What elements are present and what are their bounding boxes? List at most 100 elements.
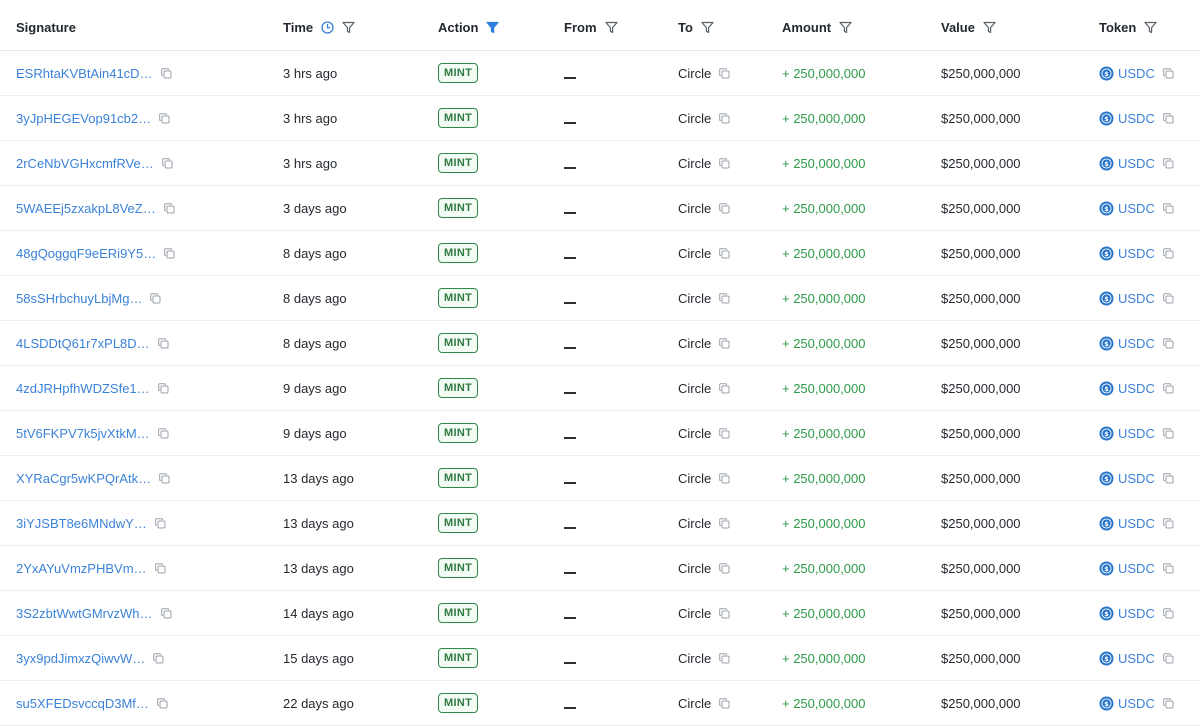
to-text[interactable]: Circle	[678, 291, 711, 306]
copy-icon[interactable]	[719, 112, 730, 124]
token-link[interactable]: USDC	[1118, 291, 1155, 306]
signature-link[interactable]: 3iYJSBT8e6MNdwY…	[16, 516, 147, 531]
copy-icon[interactable]	[1163, 67, 1174, 79]
copy-icon[interactable]	[719, 382, 730, 394]
copy-icon[interactable]	[150, 292, 161, 304]
token-link[interactable]: USDC	[1118, 66, 1155, 81]
copy-icon[interactable]	[1163, 697, 1174, 709]
copy-icon[interactable]	[719, 472, 730, 484]
to-text[interactable]: Circle	[678, 651, 711, 666]
copy-icon[interactable]	[1163, 337, 1174, 349]
copy-icon[interactable]	[157, 382, 169, 394]
clock-icon[interactable]	[321, 20, 334, 34]
to-text[interactable]: Circle	[678, 246, 711, 261]
to-text[interactable]: Circle	[678, 156, 711, 171]
copy-icon[interactable]	[157, 697, 168, 709]
copy-icon[interactable]	[719, 247, 730, 259]
filter-icon[interactable]	[983, 21, 996, 34]
copy-icon[interactable]	[719, 562, 730, 574]
filter-icon[interactable]	[604, 21, 618, 34]
token-link[interactable]: USDC	[1118, 156, 1155, 171]
copy-icon[interactable]	[719, 427, 730, 439]
token-link[interactable]: USDC	[1118, 696, 1155, 711]
copy-icon[interactable]	[719, 67, 730, 79]
copy-icon[interactable]	[160, 67, 172, 79]
token-link[interactable]: USDC	[1118, 606, 1155, 621]
signature-link[interactable]: 5tV6FKPV7k5jvXtkM…	[16, 426, 150, 441]
token-link[interactable]: USDC	[1118, 471, 1155, 486]
signature-link[interactable]: 3yx9pdJimxzQiwvW…	[16, 651, 145, 666]
copy-icon[interactable]	[719, 202, 730, 214]
to-text[interactable]: Circle	[678, 471, 711, 486]
copy-icon[interactable]	[1163, 247, 1174, 259]
copy-icon[interactable]	[163, 202, 175, 214]
signature-link[interactable]: XYRaCgr5wKPQrAtk…	[16, 471, 151, 486]
signature-link[interactable]: 58sSHrbchuyLbjMg…	[16, 291, 142, 306]
signature-link[interactable]: 3S2zbtWwtGMrvzWh…	[16, 606, 153, 621]
copy-icon[interactable]	[1163, 292, 1174, 304]
token-link[interactable]: USDC	[1118, 201, 1155, 216]
signature-link[interactable]: 2YxAYuVmzPHBVm…	[16, 561, 147, 576]
token-link[interactable]: USDC	[1118, 561, 1155, 576]
token-link[interactable]: USDC	[1118, 336, 1155, 351]
copy-icon[interactable]	[160, 607, 172, 619]
to-text[interactable]: Circle	[678, 561, 711, 576]
token-link[interactable]: USDC	[1118, 111, 1155, 126]
signature-link[interactable]: 4zdJRHpfhWDZSfe1…	[16, 381, 150, 396]
copy-icon[interactable]	[159, 472, 170, 484]
copy-icon[interactable]	[1163, 652, 1174, 664]
copy-icon[interactable]	[1163, 517, 1174, 529]
token-link[interactable]: USDC	[1118, 426, 1155, 441]
copy-icon[interactable]	[157, 337, 169, 349]
copy-icon[interactable]	[719, 697, 730, 709]
signature-link[interactable]: ESRhtaKVBtAin41cD…	[16, 66, 153, 81]
copy-icon[interactable]	[157, 427, 169, 439]
filter-icon[interactable]	[701, 21, 714, 34]
to-text[interactable]: Circle	[678, 381, 711, 396]
to-text[interactable]: Circle	[678, 696, 711, 711]
filter-icon[interactable]	[1144, 21, 1157, 34]
copy-icon[interactable]	[1163, 607, 1174, 619]
to-text[interactable]: Circle	[678, 336, 711, 351]
copy-icon[interactable]	[719, 157, 730, 169]
copy-icon[interactable]	[1163, 202, 1174, 214]
copy-icon[interactable]	[159, 112, 170, 124]
copy-icon[interactable]	[153, 652, 164, 664]
value-text: $250,000,000	[941, 290, 1021, 306]
signature-link[interactable]: su5XFEDsvccqD3Mf…	[16, 696, 149, 711]
to-text[interactable]: Circle	[678, 111, 711, 126]
copy-icon[interactable]	[719, 607, 730, 619]
token-link[interactable]: USDC	[1118, 516, 1155, 531]
copy-icon[interactable]	[154, 562, 166, 574]
to-text[interactable]: Circle	[678, 66, 711, 81]
signature-link[interactable]: 2rCeNbVGHxcmfRVe…	[16, 156, 154, 171]
filter-icon[interactable]	[342, 21, 355, 34]
copy-icon[interactable]	[719, 292, 730, 304]
filter-icon[interactable]	[839, 21, 852, 34]
copy-icon[interactable]	[1163, 157, 1174, 169]
copy-icon[interactable]	[1163, 562, 1174, 574]
signature-link[interactable]: 3yJpHEGEVop91cb2…	[16, 111, 151, 126]
copy-icon[interactable]	[719, 337, 730, 349]
copy-icon[interactable]	[719, 652, 730, 664]
signature-link[interactable]: 48gQoggqF9eERi9Y5…	[16, 246, 156, 261]
copy-icon[interactable]	[164, 247, 175, 259]
signature-link[interactable]: 5WAEEj5zxakpL8VeZ…	[16, 201, 156, 216]
to-text[interactable]: Circle	[678, 426, 711, 441]
copy-icon[interactable]	[1163, 112, 1174, 124]
copy-icon[interactable]	[161, 157, 173, 169]
token-link[interactable]: USDC	[1118, 651, 1155, 666]
amount-cell: + 250,000,000	[782, 636, 932, 680]
token-link[interactable]: USDC	[1118, 381, 1155, 396]
to-text[interactable]: Circle	[678, 606, 711, 621]
copy-icon[interactable]	[154, 517, 166, 529]
copy-icon[interactable]	[1163, 427, 1174, 439]
signature-link[interactable]: 4LSDDtQ61r7xPL8D…	[16, 336, 150, 351]
copy-icon[interactable]	[719, 517, 730, 529]
copy-icon[interactable]	[1163, 472, 1174, 484]
token-link[interactable]: USDC	[1118, 246, 1155, 261]
filter-icon-active[interactable]	[486, 21, 500, 34]
to-text[interactable]: Circle	[678, 201, 711, 216]
to-text[interactable]: Circle	[678, 516, 711, 531]
copy-icon[interactable]	[1163, 382, 1174, 394]
